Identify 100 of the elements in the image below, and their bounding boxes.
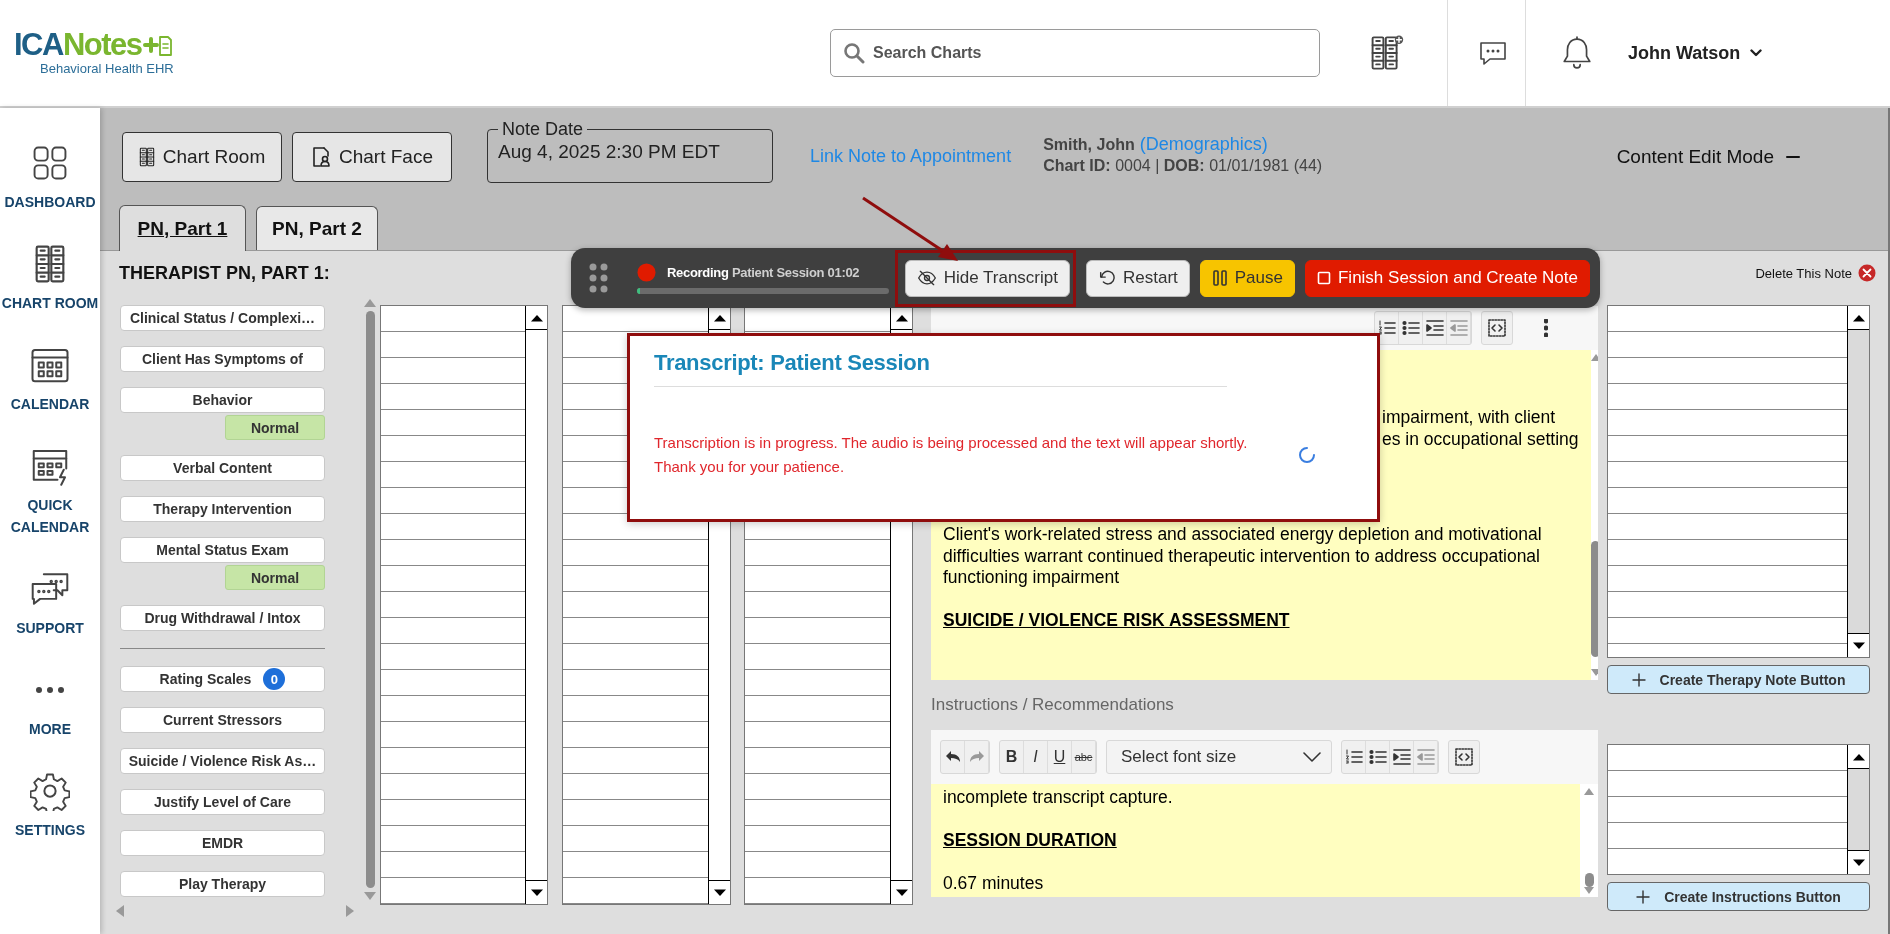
scroll-up-icon (1584, 788, 1594, 795)
format-button[interactable]: B (1000, 741, 1024, 773)
scroll-up-icon (1851, 313, 1866, 322)
section-button[interactable]: Suicide / Violence Risk As… (120, 748, 325, 774)
font-size-select[interactable]: Select font size (1106, 740, 1332, 774)
nav-item[interactable]: SETTINGS (0, 770, 100, 871)
list-box[interactable] (1607, 744, 1870, 875)
scroll-down-icon (364, 892, 376, 901)
pause-icon (1211, 269, 1228, 287)
settings-icon (30, 771, 70, 811)
scroll-down-icon (894, 888, 909, 897)
chat-icon (1478, 40, 1508, 66)
spinner-icon (1298, 446, 1316, 464)
format-button[interactable]: U (1048, 741, 1072, 773)
section-button[interactable]: Rating Scales 0 (120, 666, 325, 692)
chart-face-icon (311, 145, 331, 168)
paragraph: 0.67 minutes (943, 872, 1045, 895)
nav-item[interactable]: MORE (0, 669, 100, 770)
delete-note-button[interactable]: Delete This Note (1755, 264, 1876, 282)
recording-status: Recording Patient Session 01:02 (667, 264, 860, 280)
finish-button[interactable]: Finish Session and Create Note (1304, 259, 1590, 297)
format-button[interactable]: abc (1072, 741, 1096, 773)
patient-name: Smith, John (1043, 136, 1135, 154)
section-button[interactable]: Client Has Symptoms of (120, 346, 325, 372)
mode-label: Content Edit Mode (1616, 145, 1774, 168)
scrollbar-thumb[interactable] (1591, 541, 1598, 657)
section-button[interactable]: Play Therapy (120, 871, 325, 897)
stop-icon (1316, 271, 1331, 285)
status-badge: Normal (225, 565, 325, 590)
file-cabinet-icon (138, 146, 155, 167)
status-badge: Normal (225, 415, 325, 440)
chevron-down-icon (1303, 752, 1321, 762)
logo-wordmark: ICANotes (14, 29, 142, 61)
paragraph: Client's work-related stress and associated energy depletion and motivational difficulties warrant continued therapeutic intervention to address occupational functioning impairment (943, 524, 1543, 589)
note-title: THERAPIST PN, PART 1: (119, 262, 330, 284)
text-fragment: impairment, with client (1382, 407, 1556, 429)
section-button[interactable]: Drug Withdrawal / Intox (120, 605, 325, 631)
section-button[interactable]: Behavior (120, 387, 325, 413)
paragraph: incomplete transcript capture. (943, 787, 1174, 809)
scroll-down-icon (529, 888, 544, 897)
scrollbar-thumb[interactable] (365, 311, 375, 889)
file-cabinet-plus-icon (1370, 35, 1404, 71)
section-button[interactable]: Verbal Content (120, 455, 325, 481)
scroll-down-icon (1851, 858, 1866, 867)
caret-icon (1750, 49, 1763, 57)
search-field[interactable]: Search Charts (830, 29, 1320, 77)
scroll-up-icon (529, 313, 544, 322)
scroll-up-icon (894, 313, 909, 322)
editor-label: Instructions / Recommendations (931, 695, 1174, 715)
restart-button[interactable]: Restart (1085, 259, 1190, 297)
section-button[interactable]: Mental Status Exam (120, 537, 325, 563)
bell-icon (1560, 36, 1594, 70)
section-button[interactable]: Clinical Status / Complexi… (120, 305, 325, 331)
pause-button[interactable]: Pause (1199, 259, 1295, 297)
toolbar-button[interactable]: Chart Room (122, 131, 282, 182)
record-icon (637, 262, 656, 282)
scroll-up-icon (712, 313, 727, 322)
popup-title: Transcript: Patient Session (654, 350, 931, 376)
plus-icon (1631, 672, 1646, 687)
section-button[interactable]: Current Stressors (120, 707, 325, 733)
scroll-up-icon (1851, 752, 1866, 761)
text-fragment: es in occupational setting (1382, 428, 1579, 450)
nav-item[interactable]: SUPPORT (0, 568, 100, 669)
more-icon (35, 686, 65, 694)
section-heading: SUICIDE / VIOLENCE RISK ASSESSMENT (943, 609, 1291, 632)
tab[interactable]: PN, Part 2 (256, 206, 378, 250)
toolbar-button[interactable]: Chart Face (292, 131, 452, 182)
list-box[interactable] (380, 305, 548, 905)
close-icon (1858, 264, 1876, 282)
plus-icon (1636, 889, 1651, 904)
scroll-left-icon (116, 905, 124, 918)
scroll-down-icon (1590, 669, 1598, 676)
nav-item[interactable]: QUICK CALENDAR (0, 445, 100, 568)
section-button[interactable]: Therapy Intervention (120, 496, 325, 522)
format-button[interactable]: I (1024, 741, 1048, 773)
nav-item[interactable]: DASHBOARD (0, 142, 100, 243)
restart-icon (1097, 269, 1116, 287)
scroll-right-icon (346, 905, 354, 918)
section-button[interactable]: EMDR (120, 830, 325, 856)
collapse-icon (1786, 154, 1800, 159)
grip-icon (589, 263, 609, 293)
indent-icon[interactable] (1423, 312, 1447, 344)
section-heading: SESSION DURATION (943, 829, 1118, 852)
nav-item[interactable]: CALENDAR (0, 344, 100, 445)
scroll-up-icon (364, 299, 376, 307)
patient-details: Chart ID: 0004 | DOB: 01/01/1981 (44) (1043, 157, 1323, 175)
search-icon (843, 42, 865, 64)
scrollbar-thumb[interactable] (1584, 873, 1594, 887)
user-menu[interactable]: John Watson (1628, 42, 1763, 64)
transcript-button[interactable]: Hide Transcript (904, 259, 1070, 297)
scroll-down-icon (1851, 641, 1866, 650)
status-message: Transcription is in progress. The audio is being processed and the text will appear shortly. Thank you for your patience. (654, 433, 1249, 477)
tab[interactable]: PN, Part 1 (119, 205, 246, 251)
logo-tagline: Behavioral Health EHR (40, 61, 174, 77)
section-button[interactable]: Justify Level of Care (120, 789, 325, 815)
create-note-button[interactable]: Create Therapy Note Button (1607, 665, 1870, 694)
scroll-down-icon (712, 888, 727, 897)
create-instructions-button[interactable]: Create Instructions Button (1607, 882, 1870, 911)
indent-icon[interactable] (1390, 741, 1414, 773)
nav-item[interactable]: CHART ROOM (0, 243, 100, 344)
